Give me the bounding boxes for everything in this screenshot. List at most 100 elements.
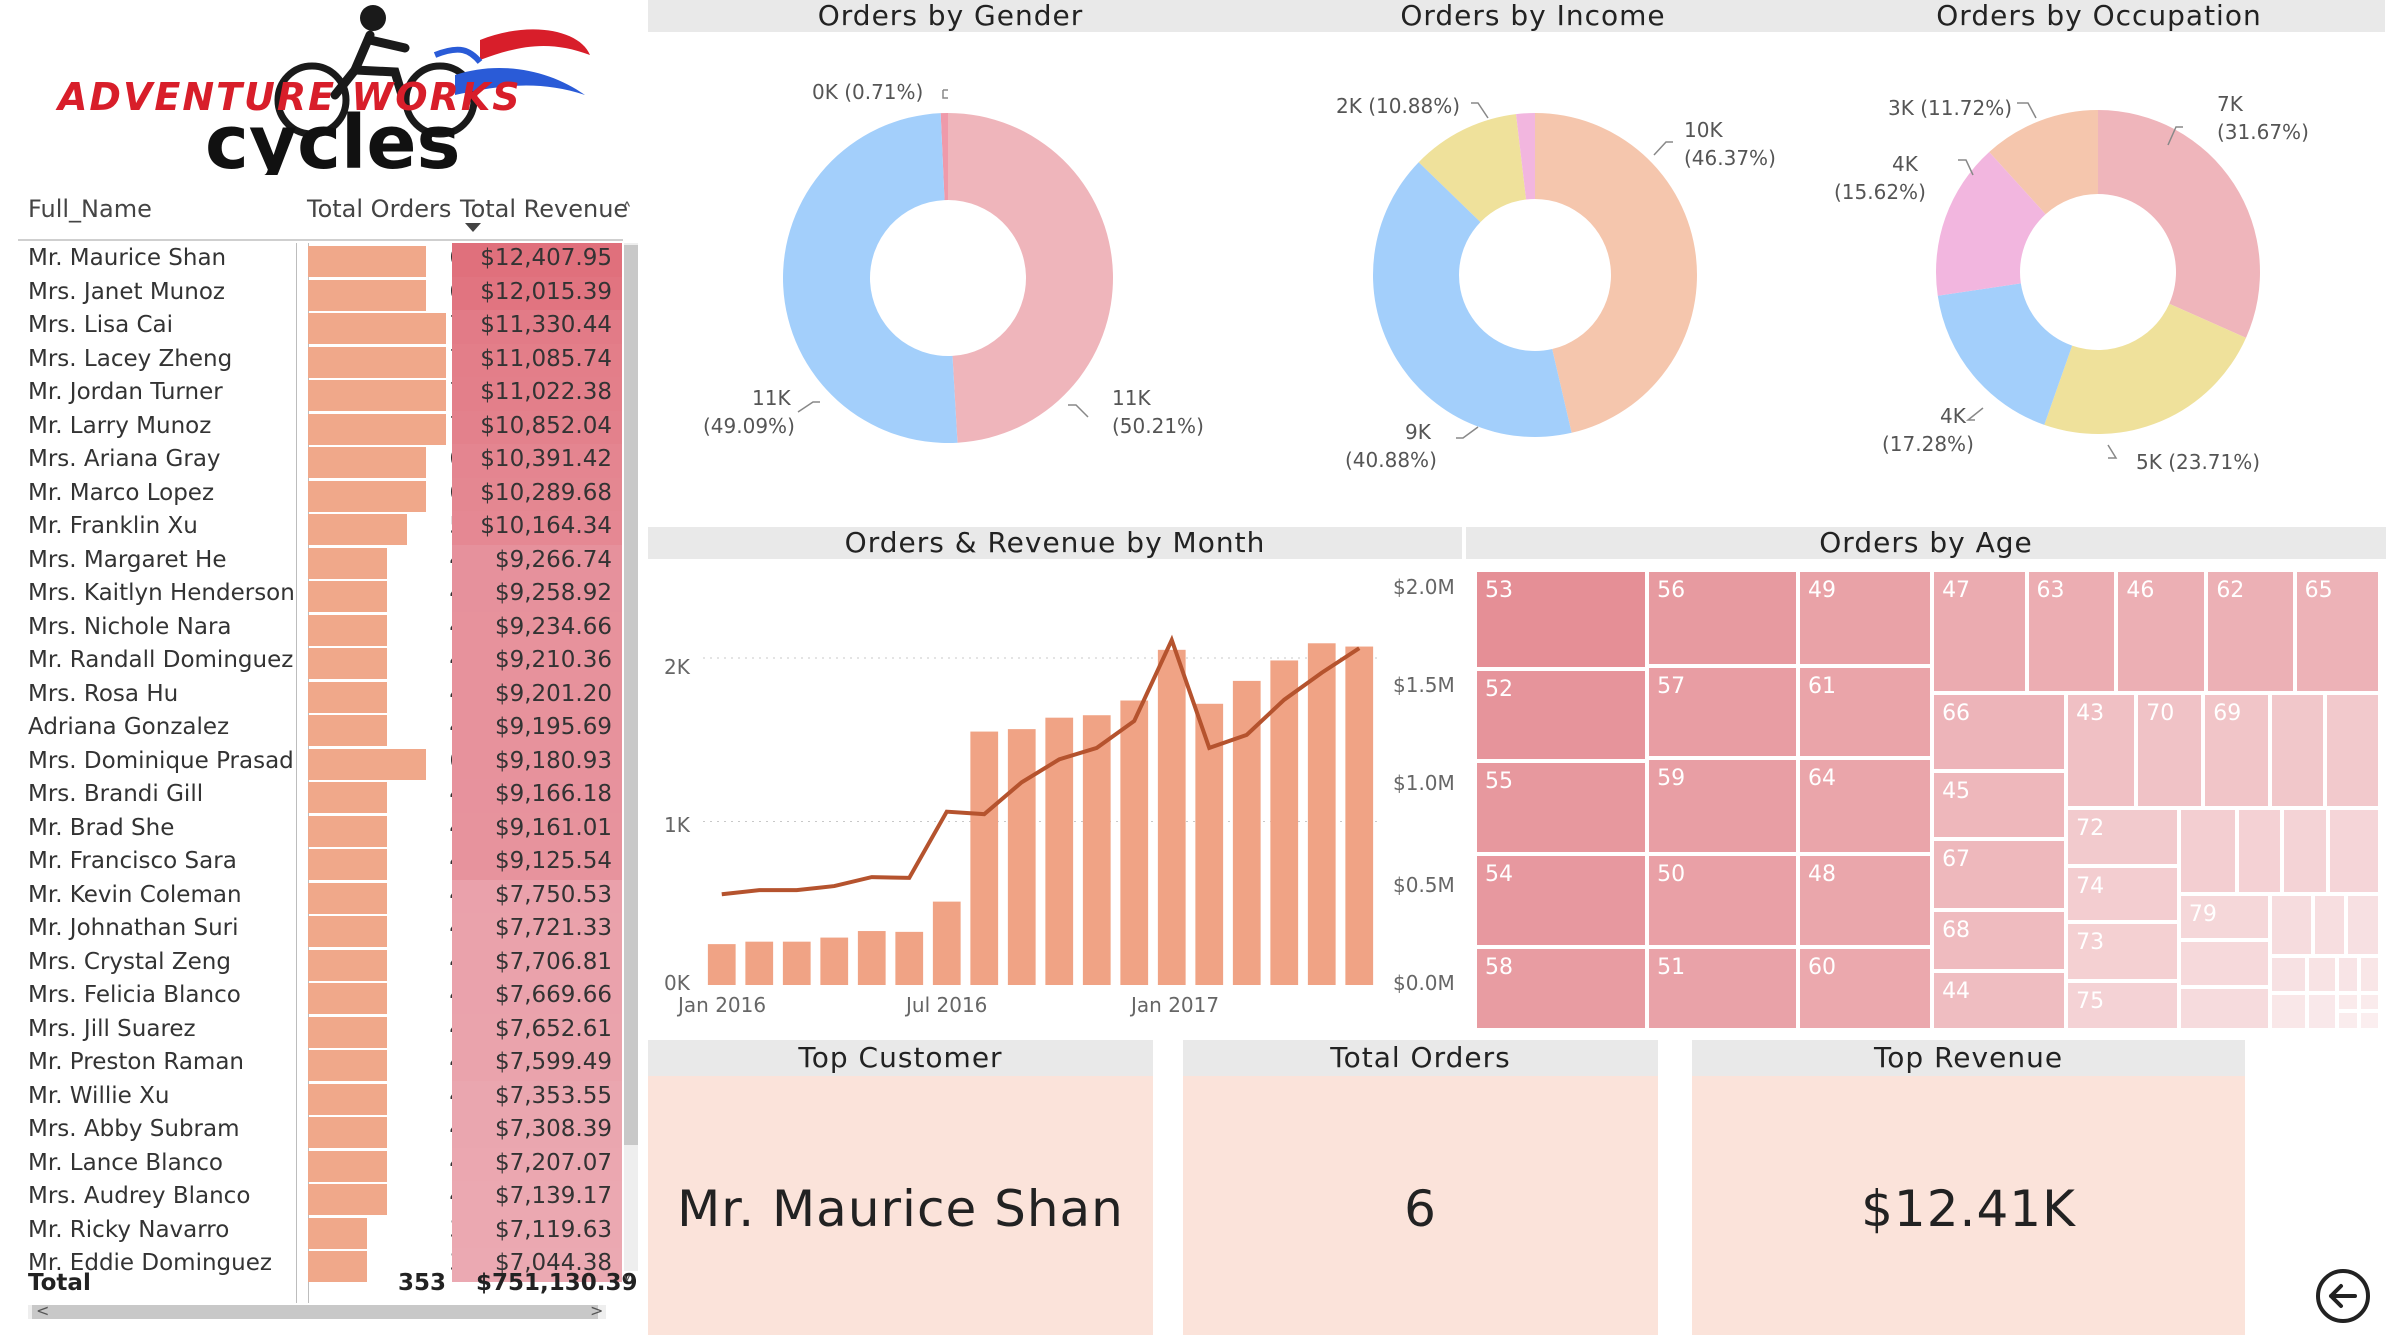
orders-bar[interactable] [970, 731, 999, 985]
table-row[interactable]: Mr. Maurice Shan6$12,407.95 [18, 243, 624, 277]
treemap-tile[interactable]: 58 [1475, 946, 1648, 1030]
table-row[interactable]: Mr. Kevin Coleman4$7,750.53 [18, 879, 624, 914]
table-row[interactable]: Mr. Randall Dominguez4$9,210.36 [18, 645, 624, 679]
treemap-tile[interactable]: 61 [1797, 665, 1933, 759]
treemap-tile[interactable]: 47 [1932, 570, 2027, 694]
table-row[interactable]: Mrs. Lacey Zheng7$11,085.74 [18, 343, 624, 378]
table-row[interactable]: Mr. Preston Raman4$7,599.49 [18, 1047, 624, 1081]
treemap-tile[interactable]: 54 [1475, 854, 1648, 947]
treemap-tile[interactable] [2178, 807, 2237, 895]
orders-bar[interactable] [707, 944, 736, 985]
treemap-tile[interactable]: 69 [2203, 693, 2271, 808]
treemap-tile[interactable]: 74 [2066, 866, 2179, 922]
table-row[interactable]: Mrs. Ariana Gray6$10,391.42 [18, 444, 624, 478]
treemap-tile[interactable] [2270, 955, 2307, 993]
table-row[interactable]: Mr. Marco Lopez6$10,289.68 [18, 477, 624, 512]
orders-bar[interactable] [1307, 643, 1336, 985]
table-row[interactable]: Mrs. Crystal Zeng4$7,706.81 [18, 946, 624, 981]
treemap-tile[interactable] [2358, 955, 2380, 993]
treemap-tile[interactable]: 49 [1797, 570, 1933, 666]
sort-descending-icon[interactable] [465, 223, 481, 232]
scroll-up-icon[interactable]: ˄ [622, 199, 632, 223]
table-row[interactable]: Mr. Franklin Xu5$10,164.34 [18, 511, 624, 545]
orders-bar[interactable] [820, 937, 849, 985]
treemap-tile[interactable] [2306, 955, 2338, 993]
orders-bar[interactable] [782, 941, 811, 985]
treemap-tile[interactable] [2328, 807, 2380, 895]
treemap-tile[interactable]: 45 [1932, 770, 2067, 839]
table-row[interactable]: Mr. Ricky Navarro3$7,119.63 [18, 1214, 624, 1249]
table-row[interactable]: Mrs. Nichole Nara4$9,234.66 [18, 611, 624, 646]
horizontal-scroll-thumb[interactable] [32, 1305, 598, 1319]
treemap-tile[interactable] [2346, 894, 2380, 956]
orders-bar[interactable] [1007, 729, 1036, 985]
table-row[interactable]: Mrs. Dominique Prasad6$9,180.93 [18, 745, 624, 780]
treemap-tile[interactable]: 64 [1797, 758, 1933, 855]
treemap-tile[interactable] [2337, 1011, 2359, 1030]
treemap-tile[interactable]: 68 [1932, 909, 2067, 972]
treemap-tile[interactable] [2270, 894, 2313, 956]
treemap-tile[interactable] [2312, 894, 2347, 956]
treemap-tile[interactable] [2178, 986, 2271, 1030]
treemap-tile[interactable]: 67 [1932, 838, 2067, 910]
orders-revenue-combo-chart[interactable]: 2K 1K 0K $2.0M $1.5M $1.0M $0.5M $0.0M J… [648, 560, 1458, 1020]
gender-donut[interactable] [782, 113, 1113, 444]
table-row[interactable]: Mrs. Jill Suarez4$7,652.61 [18, 1013, 624, 1048]
table-row[interactable]: Mrs. Margaret He4$9,266.74 [18, 544, 624, 579]
treemap-tile[interactable]: 70 [2136, 693, 2204, 808]
treemap-tile[interactable] [2306, 992, 2338, 1030]
treemap-tile[interactable]: 75 [2066, 980, 2179, 1030]
treemap-tile[interactable]: 65 [2294, 570, 2380, 694]
treemap-tile[interactable] [2178, 940, 2271, 987]
table-row[interactable]: Mrs. Abby Subram4$7,308.39 [18, 1114, 624, 1148]
treemap-tile[interactable] [2358, 992, 2380, 1012]
table-row[interactable]: Mr. Larry Munoz7$10,852.04 [18, 410, 624, 445]
treemap-tile[interactable] [2325, 693, 2380, 808]
table-row[interactable]: Mrs. Kaitlyn Henderson4$9,258.92 [18, 578, 624, 612]
treemap-tile[interactable]: 79 [2178, 894, 2271, 941]
table-row[interactable]: Mrs. Rosa Hu4$9,201.20 [18, 678, 624, 713]
table-row[interactable]: Mr. Lance Blanco4$7,207.07 [18, 1147, 624, 1182]
header-full-name[interactable]: Full_Name [28, 195, 152, 223]
treemap-tile[interactable]: 44 [1932, 971, 2067, 1030]
treemap-tile[interactable]: 51 [1647, 946, 1798, 1030]
table-row[interactable]: Mrs. Lisa Cai7$11,330.44 [18, 310, 624, 344]
treemap-tile[interactable]: 62 [2206, 570, 2295, 694]
orders-bar[interactable] [1345, 646, 1374, 985]
treemap-tile[interactable]: 66 [1932, 693, 2067, 771]
table-row[interactable]: Mr. Willie Xu4$7,353.55 [18, 1080, 624, 1115]
treemap-tile[interactable]: 50 [1647, 854, 1798, 947]
orders-bar[interactable] [1157, 649, 1186, 985]
table-row[interactable]: Mrs. Audrey Blanco4$7,139.17 [18, 1181, 624, 1215]
income-donut[interactable] [1373, 113, 1697, 437]
treemap-tile[interactable] [2358, 1011, 2380, 1030]
table-row[interactable]: Adriana Gonzalez4$9,195.69 [18, 712, 624, 746]
treemap-tile[interactable]: 55 [1475, 761, 1648, 855]
table-row[interactable]: Mr. Brad She4$9,161.01 [18, 812, 624, 847]
table-row[interactable]: Mrs. Brandi Gill4$9,166.18 [18, 779, 624, 813]
table-row[interactable]: Mr. Jordan Turner7$11,022.38 [18, 377, 624, 411]
treemap-tile[interactable]: 57 [1647, 665, 1798, 759]
table-row[interactable]: Mrs. Janet Munoz6$12,015.39 [18, 276, 624, 311]
orders-bar[interactable] [932, 901, 961, 985]
orders-bar[interactable] [895, 931, 924, 985]
treemap-tile[interactable] [2337, 992, 2359, 1012]
table-row[interactable]: Mrs. Felicia Blanco4$7,669.66 [18, 980, 624, 1014]
treemap-tile[interactable]: 53 [1475, 570, 1648, 669]
orders-bar[interactable] [857, 931, 886, 985]
orders-bar[interactable] [745, 941, 774, 985]
scroll-down-icon[interactable]: ˅ [622, 1273, 632, 1297]
age-treemap[interactable]: 53 52 55 54 58 56 57 59 50 51 49 61 64 48 60 47 63 46 62 65… [1475, 570, 2380, 1030]
treemap-tile[interactable] [2270, 992, 2307, 1030]
orders-bar[interactable] [1120, 700, 1149, 985]
donut-slice[interactable] [948, 113, 1113, 443]
header-total-revenue[interactable]: Total Revenue [460, 195, 628, 223]
back-arrow-icon[interactable] [2315, 1268, 2371, 1324]
header-total-orders[interactable]: Total Orders [307, 195, 451, 223]
treemap-tile[interactable]: 73 [2066, 921, 2179, 981]
donut-slice[interactable] [782, 113, 958, 444]
treemap-tile[interactable]: 60 [1797, 946, 1933, 1030]
treemap-tile[interactable]: 59 [1647, 758, 1798, 855]
table-row[interactable]: Mr. Francisco Sara4$9,125.54 [18, 846, 624, 880]
scroll-left-icon[interactable]: < [36, 1301, 49, 1320]
